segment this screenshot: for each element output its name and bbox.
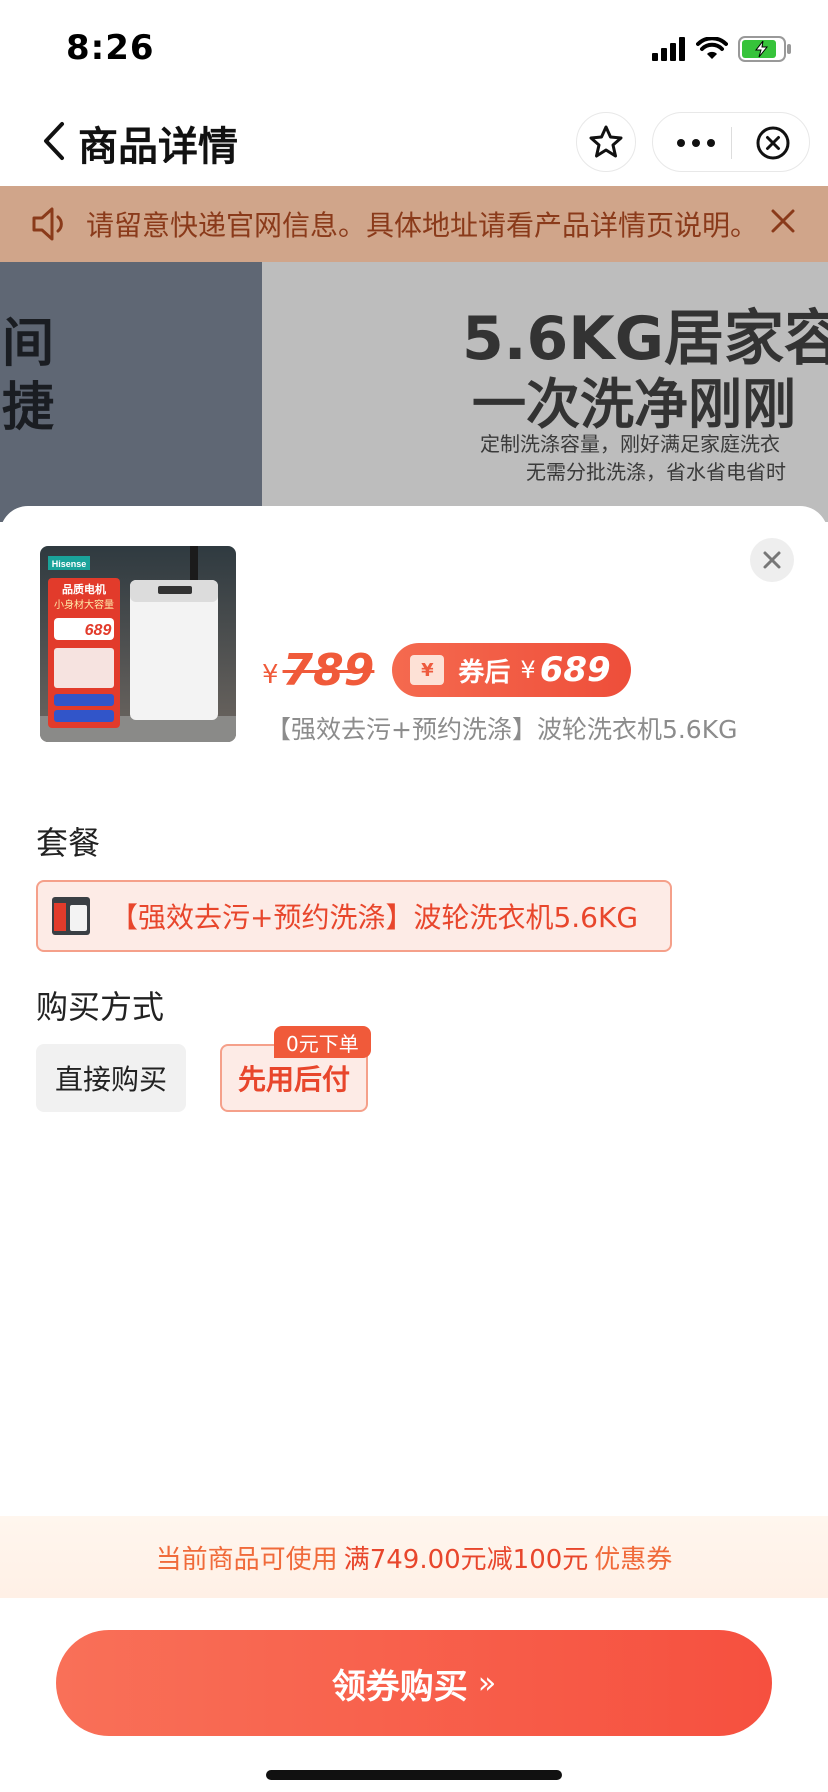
double-chevron-icon: » xyxy=(477,1665,497,1701)
home-indicator[interactable] xyxy=(266,1770,562,1780)
zero-order-tag: 0元下单 xyxy=(274,1026,371,1058)
notice-bar: 请留意快递官网信息。具体地址请看产品详情页说明。 xyxy=(0,186,828,262)
page-title: 商品详情 xyxy=(78,124,238,170)
signal-icon xyxy=(652,37,685,61)
coupon-hint-highlight: 满749.00元减100元 xyxy=(343,1544,589,1575)
coupon-ticket-icon: ¥ xyxy=(410,655,445,685)
close-sheet-button[interactable] xyxy=(750,538,794,582)
close-notice-icon[interactable] xyxy=(768,206,798,236)
star-icon xyxy=(589,125,623,158)
status-icons xyxy=(652,34,792,64)
thumb-badge1: 品质电机 xyxy=(62,582,106,596)
purchase-section-title: 购买方式 xyxy=(36,988,165,1026)
currency-symbol: ¥ xyxy=(262,660,279,690)
coupon-label: 券后 xyxy=(458,657,511,688)
banner-left-line1: 间 xyxy=(2,314,55,374)
favorite-button[interactable] xyxy=(576,112,636,172)
coupon-currency: ¥ xyxy=(520,656,536,684)
banner-left-panel: 间 捷 xyxy=(0,262,262,522)
washing-machine-image: Hisense 品质电机 小身材大容量 689 xyxy=(40,546,236,742)
capsule-divider xyxy=(731,127,732,159)
banner-sub2: 无需分批洗涤，省水省电省时 xyxy=(526,460,786,484)
speaker-icon xyxy=(32,207,63,241)
product-subtitle: 【强效去污+预约洗涤】波轮洗衣机5.6KG xyxy=(266,715,738,744)
package-option-label: 【强效去污+预约洗涤】波轮洗衣机5.6KG xyxy=(110,901,639,934)
banner-left-text: 间 捷 xyxy=(2,312,54,440)
thumb-price: 689 xyxy=(85,622,112,639)
cta-label: 领券购买 xyxy=(331,1666,468,1707)
close-miniprogram-button[interactable] xyxy=(745,113,801,173)
product-thumbnail: Hisense 品质电机 小身材大容量 689 xyxy=(40,546,236,742)
original-price: 789 xyxy=(282,644,375,696)
close-icon xyxy=(763,551,781,569)
page: 8:26 商品详情 请留意快递官网信息。具体地址请看产品详情页说明。 间 捷 5… xyxy=(0,0,828,1792)
coupon-hint-prefix: 当前商品可使用 xyxy=(155,1544,338,1575)
claim-coupon-buy-button[interactable]: 领券购买 » xyxy=(56,1630,772,1736)
more-button[interactable] xyxy=(667,113,725,173)
more-icon xyxy=(677,139,715,147)
banner-sub1: 定制洗涤容量，刚好满足家庭洗衣 xyxy=(480,432,780,456)
close-circle-icon xyxy=(756,126,790,160)
nav-bar: 商品详情 xyxy=(0,96,828,186)
battery-icon xyxy=(738,36,791,62)
back-icon[interactable] xyxy=(36,118,76,164)
notice-text: 请留意快递官网信息。具体地址请看产品详情页说明。 xyxy=(86,209,759,242)
package-option-selected[interactable]: 【强效去污+预约洗涤】波轮洗衣机5.6KG xyxy=(36,880,672,952)
status-time: 8:26 xyxy=(66,28,155,68)
banner-left-line2: 捷 xyxy=(2,378,55,438)
coupon-price: 689 xyxy=(539,650,611,690)
status-bar: 8:26 xyxy=(0,0,828,96)
sku-sheet: Hisense 品质电机 小身材大容量 689 ¥ 789 ¥ 券后 ¥ 689… xyxy=(0,506,828,1792)
thumb-brand: Hisense xyxy=(52,559,87,569)
thumb-badge2: 小身材大容量 xyxy=(54,598,114,611)
wifi-icon xyxy=(696,37,728,59)
product-banner: 间 捷 5.6KG居家容 一次洗净刚刚 定制洗涤容量，刚好满足家庭洗衣 无需分批… xyxy=(0,262,828,522)
package-section-title: 套餐 xyxy=(36,824,101,862)
package-thumbnail xyxy=(52,897,90,935)
price-row: ¥ 789 ¥ 券后 ¥ 689 xyxy=(262,642,631,698)
coupon-price-pill: ¥ 券后 ¥ 689 xyxy=(392,643,631,697)
coupon-hint-suffix: 优惠券 xyxy=(594,1544,673,1575)
package-image xyxy=(52,897,90,935)
buy-direct-option[interactable]: 直接购买 xyxy=(36,1044,186,1112)
mini-program-capsule xyxy=(652,112,810,172)
coupon-hint-bar: 当前商品可使用 满749.00元减100元 优惠券 xyxy=(0,1516,828,1598)
